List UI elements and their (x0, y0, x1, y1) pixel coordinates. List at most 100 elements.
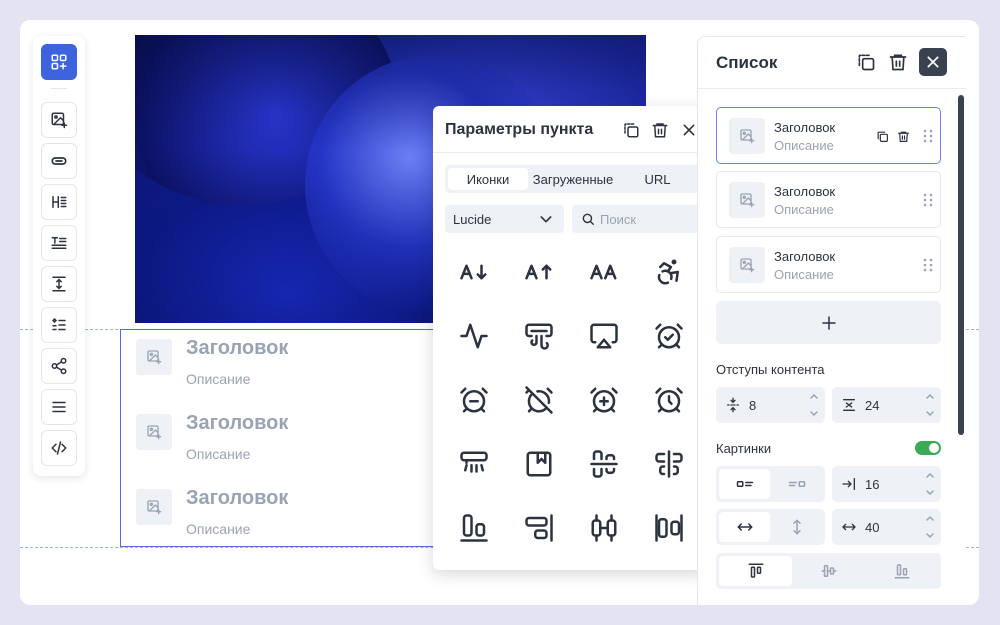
icon-option[interactable] (575, 499, 633, 557)
stepper-icon[interactable] (925, 512, 935, 542)
padding-horizontal-field[interactable]: 24 (832, 387, 941, 423)
list-item-title[interactable]: Заголовок (186, 412, 288, 435)
icon-grid (445, 243, 700, 563)
close-panel-button[interactable] (919, 48, 947, 76)
icon-option[interactable] (510, 243, 568, 301)
menu-block-button[interactable] (41, 389, 77, 425)
list-block[interactable]: Заголовок Описание Заголовок Описание За… (120, 329, 440, 547)
image-placeholder-icon[interactable] (729, 118, 765, 154)
icon-option[interactable] (445, 243, 503, 301)
icon-search (572, 205, 700, 233)
image-position-toggle (716, 466, 825, 502)
case-upper-icon (590, 264, 617, 280)
list-item-description[interactable]: Описание (186, 446, 250, 462)
height-mode-option[interactable] (772, 512, 822, 542)
panel-scrollbar[interactable] (958, 95, 964, 435)
padding-vertical-value[interactable]: 8 (749, 398, 756, 413)
icon-option[interactable] (445, 307, 503, 365)
icon-option[interactable] (510, 307, 568, 365)
drag-handle-icon[interactable] (920, 192, 936, 208)
icon-option[interactable] (575, 307, 633, 365)
duplicate-item-button[interactable] (874, 128, 890, 144)
tab-icons[interactable]: Иконки (448, 168, 528, 190)
drag-handle-icon[interactable] (920, 257, 936, 273)
icon-option[interactable] (510, 499, 568, 557)
vertical-padding-icon (724, 396, 742, 414)
icon-option[interactable] (575, 435, 633, 493)
list-settings-panel: Список Заголовок Описание Заголовок Опис… (697, 36, 966, 605)
accessibility-icon (657, 259, 679, 285)
icon-library-select[interactable]: Lucide (445, 205, 564, 233)
icon-option[interactable] (510, 371, 568, 429)
search-input[interactable] (600, 205, 696, 233)
add-item-button[interactable] (716, 301, 941, 344)
add-block-button[interactable] (41, 44, 77, 80)
image-offset-field[interactable]: 16 (832, 466, 941, 502)
close-icon (927, 56, 939, 68)
list-item-title[interactable]: Заголовок (186, 487, 288, 510)
image-right-option[interactable] (772, 469, 822, 499)
list-item-card[interactable]: Заголовок Описание (716, 236, 941, 293)
image-placeholder-icon[interactable] (729, 182, 765, 218)
social-block-button[interactable] (41, 348, 77, 384)
align-middle-option[interactable] (792, 556, 865, 586)
html-block-button[interactable] (41, 430, 77, 466)
list-item-card[interactable]: Заголовок Описание (716, 171, 941, 228)
text-block-button[interactable] (41, 225, 77, 261)
icon-option[interactable] (445, 499, 503, 557)
padding-vertical-field[interactable]: 8 (716, 387, 825, 423)
list-item-card[interactable]: Заголовок Описание (716, 107, 941, 164)
delete-button[interactable] (649, 119, 671, 141)
image-placeholder-icon (136, 339, 172, 375)
tab-url[interactable]: URL (618, 168, 697, 190)
image-offset-value[interactable]: 16 (865, 477, 879, 492)
icon-option[interactable] (510, 435, 568, 493)
delete-block-button[interactable] (884, 48, 912, 76)
images-toggle[interactable] (915, 441, 941, 455)
stepper-icon[interactable] (809, 390, 819, 420)
image-placeholder-icon[interactable] (729, 247, 765, 283)
icon-option[interactable] (575, 243, 633, 301)
align-bottom-option[interactable] (865, 556, 938, 586)
icon-option[interactable] (640, 499, 698, 557)
padding-horizontal-value[interactable]: 24 (865, 398, 879, 413)
images-label: Картинки (716, 441, 772, 456)
delete-item-button[interactable] (895, 128, 911, 144)
arrow-down-a-z-icon (460, 264, 487, 280)
tab-uploaded[interactable]: Загруженные (530, 168, 616, 190)
image-left-option[interactable] (719, 469, 770, 499)
list-icon (51, 317, 66, 331)
align-top-option[interactable] (719, 556, 792, 586)
stepper-icon[interactable] (925, 390, 935, 420)
heading-block-button[interactable] (41, 184, 77, 220)
image-size-value[interactable]: 40 (865, 520, 879, 535)
width-mode-option[interactable] (719, 512, 770, 542)
list-item-description[interactable]: Описание (186, 371, 250, 387)
icon-option[interactable] (575, 371, 633, 429)
icon-option[interactable] (640, 243, 698, 301)
icon-option[interactable] (445, 435, 503, 493)
duplicate-button[interactable] (620, 119, 642, 141)
icon-option[interactable] (640, 371, 698, 429)
list-item[interactable]: Заголовок Описание (136, 487, 436, 551)
list-item-title[interactable]: Заголовок (186, 337, 288, 360)
drag-handle-icon[interactable] (920, 128, 936, 144)
align-center-horizontal-icon (590, 450, 618, 478)
item-card-description: Описание (774, 202, 834, 217)
icon-option[interactable] (640, 307, 698, 365)
button-block-button[interactable] (41, 143, 77, 179)
stepper-icon[interactable] (925, 469, 935, 499)
airplay-icon (590, 323, 618, 349)
trash-icon (889, 54, 907, 71)
image-block-button[interactable] (41, 102, 77, 138)
list-block-button[interactable] (41, 307, 77, 343)
list-item[interactable]: Заголовок Описание (136, 337, 436, 401)
icon-option[interactable] (445, 371, 503, 429)
duplicate-block-button[interactable] (852, 48, 880, 76)
list-item-description[interactable]: Описание (186, 521, 250, 537)
icon-option[interactable] (640, 435, 698, 493)
align-center-vertical-icon (655, 450, 683, 478)
list-item[interactable]: Заголовок Описание (136, 412, 436, 476)
spacer-block-button[interactable] (41, 266, 77, 302)
image-size-field[interactable]: 40 (832, 509, 941, 545)
